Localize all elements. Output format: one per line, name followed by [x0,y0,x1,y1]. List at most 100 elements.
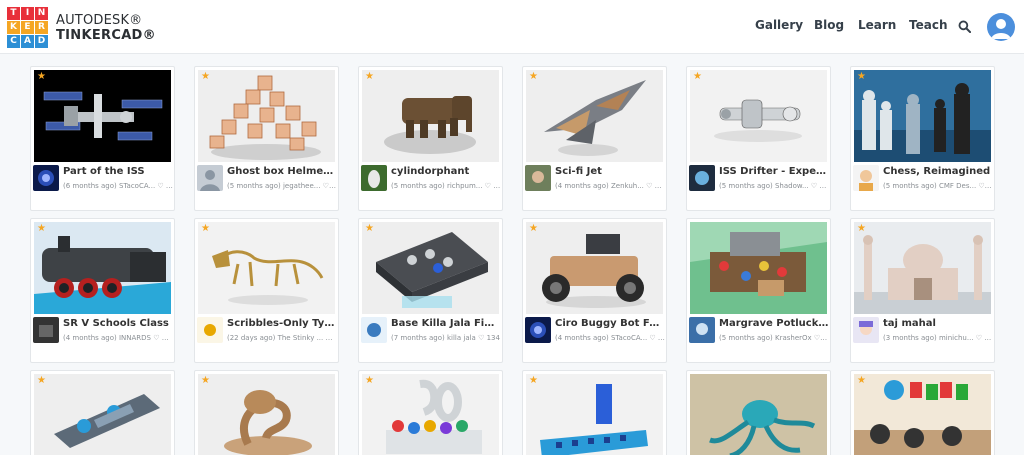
card-title[interactable]: cylindorphant [391,166,501,177]
gallery-card[interactable]: ★ taj mahal (3 months ago) minichu... ♡ … [850,218,995,363]
card-title[interactable]: Sci-fi Jet [555,166,665,177]
card-meta: (6 months ago) STacoCA... ♡ 3... [63,182,173,190]
featured-star-icon: ★ [529,223,538,234]
logo-tile: C [7,35,20,48]
gallery-card[interactable]: ★ [522,370,667,455]
gallery-card[interactable]: ★ Base Killa Jala Final (7 months ago) k… [358,218,503,363]
card-thumbnail[interactable]: ★ [362,70,499,162]
gallery-card[interactable]: ★ [30,370,175,455]
user-avatar[interactable] [689,317,715,343]
featured-star-icon: ★ [529,375,538,386]
gallery-card[interactable]: ★ ISS Drifter - Experim... (5 months ago… [686,66,831,211]
card-meta: (5 months ago) KrasherOx ♡ 752 [719,334,829,342]
card-thumbnail[interactable]: ★ [362,222,499,314]
card-thumbnail[interactable]: ★ [690,70,827,162]
card-title[interactable]: Base Killa Jala Final [391,318,501,329]
featured-star-icon: ★ [529,71,538,82]
card-meta: (3 months ago) minichu... ♡ 6... [883,334,993,342]
card-title[interactable]: Margrave Potluck Pic... [719,318,829,329]
card-thumbnail[interactable]: ★ [198,70,335,162]
gallery-card[interactable]: ★ [850,370,995,455]
card-thumbnail[interactable]: ★ [854,374,991,455]
card-thumbnail[interactable]: ★ [34,374,171,455]
card-title[interactable]: ISS Drifter - Experim... [719,166,829,177]
user-avatar[interactable] [361,317,387,343]
user-avatar[interactable] [525,317,551,343]
gallery-card[interactable]: ★ Sci-fi Jet (4 months ago) Zenkuh... ♡ … [522,66,667,211]
user-avatar[interactable] [525,165,551,191]
user-avatar[interactable] [689,165,715,191]
featured-star-icon: ★ [857,71,866,82]
card-thumbnail[interactable] [690,374,827,455]
card-title[interactable]: Scribbles-Only Tyran... [227,318,337,329]
user-avatar-icon[interactable] [987,13,1015,41]
user-avatar[interactable] [33,317,59,343]
card-meta: (5 months ago) richpum... ♡ 3... [391,182,501,190]
logo-tile: T [7,7,20,20]
gallery-card[interactable]: ★ Ghost box Helmet Ki... (5 months ago) … [194,66,339,211]
nav-teach[interactable]: Teach [909,18,947,32]
logo-tile: N [35,7,48,20]
card-title[interactable]: SR V Schools Class [63,318,173,329]
card-thumbnail[interactable]: ★ [362,374,499,455]
tinkercad-logo[interactable]: TIN KER CAD [7,7,49,48]
gallery-card[interactable]: ★ Scribbles-Only Tyran... (22 days ago) … [194,218,339,363]
logo-tile: A [21,35,34,48]
featured-star-icon: ★ [365,375,374,386]
gallery-card[interactable]: Margrave Potluck Pic... (5 months ago) K… [686,218,831,363]
gallery-card[interactable] [686,370,831,455]
card-title[interactable]: Chess, Reimagined [883,166,993,177]
card-thumbnail[interactable] [690,222,827,314]
featured-star-icon: ★ [857,223,866,234]
card-meta: (5 months ago) Shadow... ♡ 272 [719,182,829,190]
card-meta: (4 months ago) Zenkuh... ♡ 87... [555,182,665,190]
card-thumbnail[interactable]: ★ [854,222,991,314]
featured-star-icon: ★ [37,375,46,386]
brand-line-tinkercad: TINKERCAD® [56,28,156,43]
card-thumbnail[interactable]: ★ [198,222,335,314]
featured-star-icon: ★ [37,223,46,234]
card-thumbnail[interactable]: ★ [526,222,663,314]
card-title[interactable]: Part of the ISS [63,166,173,177]
card-thumbnail[interactable]: ★ [526,70,663,162]
user-avatar[interactable] [197,317,223,343]
card-thumbnail[interactable]: ★ [198,374,335,455]
gallery-card[interactable]: ★ Chess, Reimagined (5 months ago) CMF D… [850,66,995,211]
featured-star-icon: ★ [201,223,210,234]
featured-star-icon: ★ [693,71,702,82]
user-avatar[interactable] [361,165,387,191]
featured-star-icon: ★ [365,71,374,82]
gallery-card[interactable]: ★ Part of the ISS (6 months ago) STacoCA… [30,66,175,211]
top-header: TIN KER CAD AUTODESK® TINKERCAD® Gallery B… [0,0,1024,54]
brand-wordmark[interactable]: AUTODESK® TINKERCAD® [56,13,156,43]
search-icon[interactable] [958,20,971,33]
user-avatar[interactable] [197,165,223,191]
card-thumbnail[interactable]: ★ [34,222,171,314]
gallery-card[interactable]: ★ [358,370,503,455]
gallery-card[interactable]: ★ cylindorphant (5 months ago) richpum..… [358,66,503,211]
nav-gallery[interactable]: Gallery [755,18,803,32]
user-avatar[interactable] [853,165,879,191]
featured-star-icon: ★ [201,71,210,82]
card-title[interactable]: taj mahal [883,318,993,329]
featured-star-icon: ★ [365,223,374,234]
card-title[interactable]: Ghost box Helmet Ki... [227,166,337,177]
user-avatar[interactable] [853,317,879,343]
nav-blog[interactable]: Blog [814,18,844,32]
card-thumbnail[interactable]: ★ [854,70,991,162]
logo-tile: I [21,7,34,20]
gallery-card[interactable]: ★ SR V Schools Class (4 months ago) INNA… [30,218,175,363]
card-meta: (5 months ago) jegathee... ♡ 35 [227,182,337,190]
card-meta: (22 days ago) The Stinky ... ♡ 257 [227,334,337,342]
card-title[interactable]: Ciro Buggy Bot Full A... [555,318,665,329]
card-meta: (7 months ago) killa jala ♡ 134 [391,334,500,342]
gallery-card[interactable]: ★ Ciro Buggy Bot Full A... (4 months ago… [522,218,667,363]
user-avatar[interactable] [33,165,59,191]
card-meta: (4 months ago) INNARDS ♡ 291 [63,334,173,342]
nav-learn[interactable]: Learn [858,18,896,32]
card-thumbnail[interactable]: ★ [526,374,663,455]
logo-tile: K [7,21,20,34]
gallery-card[interactable]: ★ [194,370,339,455]
logo-tile: D [35,35,48,48]
card-thumbnail[interactable]: ★ [34,70,171,162]
